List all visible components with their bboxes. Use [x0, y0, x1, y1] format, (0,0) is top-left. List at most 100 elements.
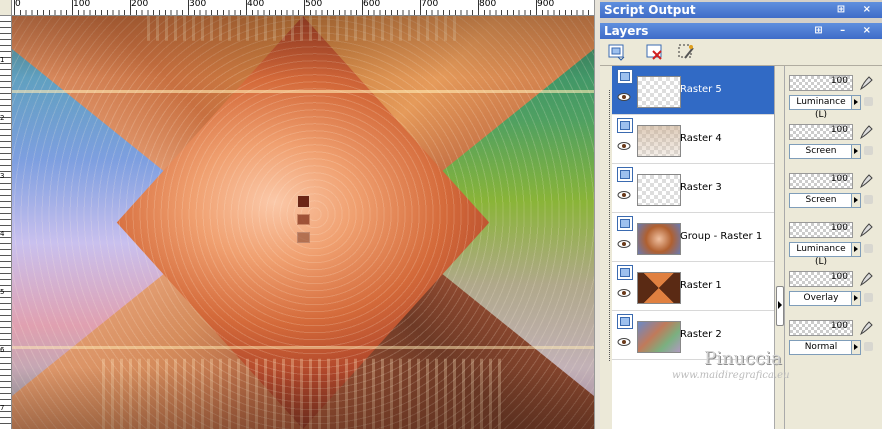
ruler-label: 900 [537, 0, 555, 9]
ruler-label: 200 [131, 0, 149, 9]
layer-name: Raster 1 [680, 280, 722, 291]
opacity-slider[interactable]: 100 [789, 173, 853, 189]
raster-layer-icon [617, 265, 633, 280]
layer-tree-line [609, 90, 611, 361]
opacity-slider[interactable]: 100 [789, 124, 853, 140]
layer-row[interactable]: Group - Raster 1 [612, 213, 774, 262]
layer-row[interactable]: Raster 4 [612, 115, 774, 164]
layer-thumbnail [637, 272, 681, 304]
ruler-label: 400 [247, 0, 265, 9]
canvas-square [297, 195, 310, 208]
vertical-ruler: 1 2 3 4 5 6 7 [0, 15, 12, 429]
layer-name: Raster 4 [680, 133, 722, 144]
blend-mode-arrow-icon[interactable] [851, 340, 861, 355]
layers-panel-header[interactable]: Layers ⊞ – × [600, 23, 882, 39]
layer-row[interactable]: Raster 3 [612, 164, 774, 213]
layer-name: Raster 5 [680, 84, 722, 95]
lock-icon[interactable] [864, 97, 873, 106]
brush-icon[interactable] [857, 171, 877, 189]
layer-thumbnail [637, 321, 681, 353]
layer-thumbnail [637, 76, 681, 108]
properties-toggle-button[interactable] [776, 286, 784, 326]
image-canvas[interactable] [12, 16, 594, 429]
eye-icon[interactable] [617, 337, 631, 347]
opacity-slider[interactable]: 100 [789, 222, 853, 238]
opacity-slider[interactable]: 100 [789, 271, 853, 287]
ruler-label: 800 [479, 0, 497, 9]
blend-mode-select[interactable]: Normal [789, 340, 853, 355]
layer-name: Group - Raster 1 [680, 231, 763, 242]
watermark-name: Pinuccia [704, 348, 782, 369]
ruler-label: 100 [73, 0, 91, 9]
ruler-label: 300 [189, 0, 207, 9]
ruler-label: 0 [15, 0, 21, 9]
eye-icon[interactable] [617, 92, 631, 102]
ruler-corner [0, 0, 12, 16]
layer-row[interactable]: Raster 1 [612, 262, 774, 311]
new-mask-layer-icon[interactable] [676, 42, 696, 62]
script-output-panel-header[interactable]: Script Output ⊞ × [600, 2, 882, 18]
canvas-square [297, 214, 310, 225]
canvas-square [297, 232, 310, 243]
brush-icon[interactable] [857, 318, 877, 336]
eye-icon[interactable] [617, 288, 631, 298]
layer-thumbnail [637, 125, 681, 157]
layer-properties: 100 Luminance (L) [785, 213, 882, 267]
layer-name: Raster 2 [680, 329, 722, 340]
blend-mode-select[interactable]: Screen [789, 144, 853, 159]
layers-title: Layers [604, 24, 649, 38]
ruler-label: 3 [0, 172, 5, 180]
watermark-url: www.maidiregrafica.eu [672, 370, 790, 381]
layer-properties: 100 Overlay [785, 262, 882, 310]
layer-properties: 100 Normal [785, 311, 882, 359]
ruler-label: 600 [363, 0, 381, 9]
ruler-label: 6 [0, 346, 5, 354]
blend-mode-select[interactable]: Luminance (L) [789, 95, 853, 120]
blend-mode-arrow-icon[interactable] [851, 242, 861, 257]
raster-layer-icon [617, 118, 633, 133]
lock-icon[interactable] [864, 342, 873, 351]
lock-icon[interactable] [864, 293, 873, 302]
ruler-label: 700 [421, 0, 439, 9]
delete-layer-icon[interactable] [644, 42, 664, 62]
lock-icon[interactable] [864, 244, 873, 253]
layer-thumbnail [637, 174, 681, 206]
ruler-label: 4 [0, 230, 5, 238]
eye-icon[interactable] [617, 239, 631, 249]
horizontal-ruler: 0 100 200 300 400 500 600 700 800 900 [0, 0, 596, 16]
brush-icon[interactable] [857, 220, 877, 238]
ruler-label: 500 [305, 0, 323, 9]
layer-properties-column: 100 Luminance (L) 100 Screen 100 Screen … [784, 66, 882, 429]
pin-icon[interactable]: ⊞ × [837, 2, 878, 18]
brush-icon[interactable] [857, 122, 877, 140]
ruler-label: 7 [0, 404, 5, 412]
ruler-label: 1 [0, 56, 5, 64]
blend-mode-arrow-icon[interactable] [851, 95, 861, 110]
pin-icon[interactable]: ⊞ – × [814, 23, 878, 39]
layer-properties: 100 Screen [785, 164, 882, 212]
raster-layer-icon [617, 314, 633, 329]
layer-properties: 100 Screen [785, 115, 882, 163]
script-output-title: Script Output [604, 3, 696, 17]
opacity-slider[interactable]: 100 [789, 320, 853, 336]
eye-icon[interactable] [617, 141, 631, 151]
blend-mode-select[interactable]: Screen [789, 193, 853, 208]
blend-mode-arrow-icon[interactable] [851, 193, 861, 208]
layer-properties: 100 Luminance (L) [785, 66, 882, 120]
ruler-label: 2 [0, 114, 5, 122]
blend-mode-arrow-icon[interactable] [851, 144, 861, 159]
eye-icon[interactable] [617, 190, 631, 200]
brush-icon[interactable] [857, 269, 877, 287]
lock-icon[interactable] [864, 146, 873, 155]
brush-icon[interactable] [857, 73, 877, 91]
new-raster-layer-icon[interactable] [606, 42, 626, 62]
layer-name: Raster 3 [680, 182, 722, 193]
lock-icon[interactable] [864, 195, 873, 204]
blend-mode-select[interactable]: Luminance (L) [789, 242, 853, 267]
group-layer-icon [617, 216, 633, 231]
opacity-slider[interactable]: 100 [789, 75, 853, 91]
blend-mode-select[interactable]: Overlay [789, 291, 853, 306]
layer-row[interactable]: Raster 5 [612, 66, 774, 115]
blend-mode-arrow-icon[interactable] [851, 291, 861, 306]
raster-layer-icon [617, 69, 633, 84]
